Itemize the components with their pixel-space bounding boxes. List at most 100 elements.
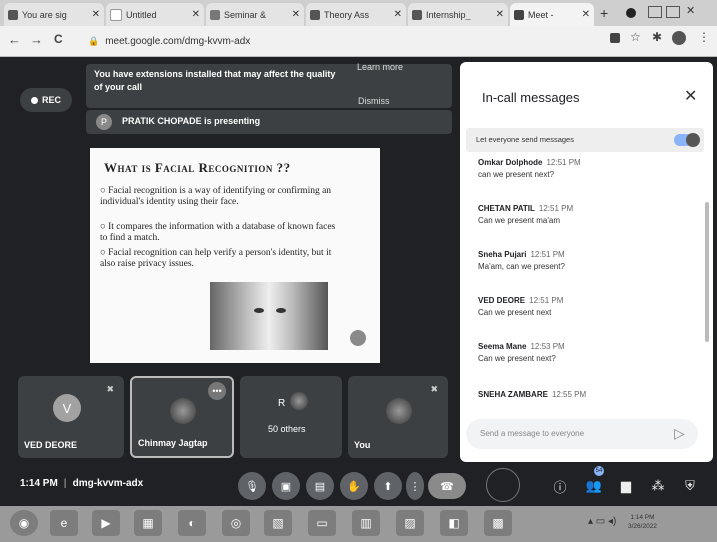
participant-photo bbox=[290, 392, 308, 410]
message-input[interactable]: Send a message to everyone ▷ bbox=[466, 419, 698, 449]
browser-tab[interactable]: Untitled ✕ bbox=[106, 3, 204, 26]
tab-close-icon[interactable]: ✕ bbox=[394, 9, 402, 20]
file-explorer-icon[interactable]: ▭ bbox=[308, 510, 336, 536]
extensions-icon[interactable]: ✱ bbox=[652, 30, 662, 44]
meeting-clock: 1:14 PM | dmg-kvvm-adx bbox=[20, 478, 144, 489]
participant-tile[interactable]: ••• Chinmay Jagtap bbox=[130, 376, 234, 458]
tab-close-icon[interactable]: ✕ bbox=[582, 9, 590, 20]
maximize-icon[interactable] bbox=[666, 6, 680, 18]
taskbar-app-icon[interactable]: ▥ bbox=[352, 510, 380, 536]
tab-close-icon[interactable]: ✕ bbox=[192, 9, 200, 20]
taskbar-app-icon[interactable]: ▦ bbox=[134, 510, 162, 536]
presenter-avatar: P bbox=[96, 114, 112, 130]
browser-tab[interactable]: Internship_ ✕ bbox=[408, 3, 508, 26]
send-messages-toggle[interactable] bbox=[674, 133, 700, 147]
tab-title: Untitled bbox=[126, 9, 157, 20]
url-field[interactable]: 🔒 meet.google.com/dmg-kvvm-adx bbox=[88, 31, 588, 51]
others-count: 50 others bbox=[268, 424, 306, 434]
dismiss-button[interactable]: Dismiss bbox=[358, 96, 390, 106]
meeting-details-icon[interactable]: ⓘ bbox=[550, 476, 570, 496]
chat-icon[interactable]: ▆ bbox=[616, 476, 636, 496]
face-eye bbox=[254, 308, 264, 313]
slide-bullet-text: It compares the information with a datab… bbox=[100, 222, 336, 243]
slide-bullet-text: Facial recognition can help verify a per… bbox=[100, 248, 332, 269]
tab-close-icon[interactable]: ✕ bbox=[92, 9, 100, 20]
back-icon[interactable]: ← bbox=[8, 32, 21, 47]
participant-initial: R bbox=[278, 398, 286, 409]
more-options-icon[interactable]: ••• bbox=[208, 382, 226, 400]
menu-kebab-icon[interactable]: ⋮ bbox=[698, 30, 710, 44]
close-window-icon[interactable]: ✕ bbox=[686, 4, 695, 17]
participant-name: You bbox=[354, 440, 371, 450]
tab-title: You are sig bbox=[22, 9, 67, 20]
message-text: can we present next? bbox=[478, 170, 555, 179]
profile-avatar[interactable] bbox=[672, 31, 686, 45]
slide-bullet: ○ It compares the information with a dat… bbox=[100, 222, 340, 244]
learn-more-link[interactable]: Learn more bbox=[357, 62, 403, 72]
messages-scrollbar[interactable] bbox=[705, 202, 709, 342]
message-sender: VED DEORE 12:51 PM bbox=[478, 296, 564, 305]
bookmark-star-icon[interactable]: ☆ bbox=[630, 30, 641, 44]
record-dot-icon bbox=[30, 96, 38, 104]
slide-bullet: ○ Facial recognition can help verify a p… bbox=[100, 248, 340, 270]
tab-title: Internship_ bbox=[426, 9, 471, 20]
ie-icon[interactable]: e bbox=[50, 510, 78, 536]
minimize-icon[interactable] bbox=[648, 6, 662, 18]
message-sender: SNEHA ZAMBARE 12:55 PM bbox=[478, 390, 587, 399]
forward-icon[interactable]: → bbox=[30, 32, 43, 47]
mic-toggle-icon[interactable]: 🎙 bbox=[238, 472, 266, 500]
tab-favicon-icon bbox=[110, 8, 122, 21]
message-text: Can we present next? bbox=[478, 354, 556, 363]
taskbar-app-icon[interactable]: ▨ bbox=[396, 510, 424, 536]
tab-close-icon[interactable]: ✕ bbox=[496, 9, 504, 20]
recording-badge: REC bbox=[20, 88, 72, 112]
reload-icon[interactable]: C bbox=[54, 32, 63, 46]
tab-title: Theory Ass bbox=[324, 9, 370, 20]
message-text: Can we present ma'am bbox=[478, 216, 561, 225]
meet-icon bbox=[514, 9, 524, 20]
participant-tile[interactable]: R 50 others bbox=[240, 376, 342, 458]
camera-indicator-icon[interactable] bbox=[610, 33, 620, 43]
chrome-icon[interactable]: ◎ bbox=[222, 510, 250, 536]
present-screen-icon[interactable]: ⬆ bbox=[374, 472, 402, 500]
captions-icon[interactable]: ▤ bbox=[306, 472, 334, 500]
edge-icon[interactable]: ◐ bbox=[178, 510, 206, 536]
self-tile[interactable]: ✖ You bbox=[348, 376, 448, 458]
host-controls-icon[interactable]: ⛨ bbox=[680, 476, 700, 496]
send-icon[interactable]: ▷ bbox=[674, 425, 685, 442]
participant-avatar: V bbox=[53, 394, 81, 422]
extension-warning-text: You have extensions installed that may a… bbox=[94, 69, 336, 92]
taskbar-app-icon[interactable]: ▩ bbox=[484, 510, 512, 536]
browser-tab-active[interactable]: Meet - ✕ bbox=[510, 3, 594, 26]
taskbar-app-icon[interactable]: ▧ bbox=[264, 510, 292, 536]
camera-toggle-icon[interactable]: ▣ bbox=[272, 472, 300, 500]
system-tray-icons[interactable]: ▴ ▭ ◂) bbox=[588, 516, 616, 527]
close-icon[interactable]: ✕ bbox=[684, 86, 697, 106]
activities-icon[interactable]: ⁂ bbox=[648, 476, 668, 496]
browser-tab[interactable]: Theory Ass ✕ bbox=[306, 3, 406, 26]
docs-icon bbox=[412, 9, 422, 20]
tab-title: Seminar & bbox=[224, 9, 267, 20]
face-image bbox=[210, 282, 328, 350]
slide-bullet-text: Facial recognition is a way of identifyi… bbox=[100, 186, 332, 207]
sheets-icon bbox=[310, 9, 320, 20]
gmail-icon bbox=[210, 9, 220, 20]
leave-call-button[interactable]: ☎ bbox=[428, 473, 466, 499]
people-count-badge: 54 bbox=[594, 466, 604, 476]
more-options-icon[interactable]: ⋮ bbox=[406, 472, 424, 500]
send-messages-toggle-row: Let everyone send messages bbox=[466, 128, 704, 152]
raise-hand-icon[interactable]: ✋ bbox=[340, 472, 368, 500]
browser-tab[interactable]: Seminar & ✕ bbox=[206, 3, 304, 26]
media-player-icon[interactable]: ▶ bbox=[92, 510, 120, 536]
participant-tile[interactable]: ✖ V VED DEORE bbox=[18, 376, 124, 458]
new-tab-button[interactable]: + bbox=[600, 5, 608, 21]
taskbar-app-icon[interactable]: ◧ bbox=[440, 510, 468, 536]
tab-favicon-icon bbox=[8, 9, 18, 20]
system-date: 3/26/2022 bbox=[628, 523, 657, 530]
slide-bullet: ○ Facial recognition is a way of identif… bbox=[100, 186, 340, 208]
start-button-icon[interactable]: ◉ bbox=[10, 510, 38, 536]
message-sender: Sneha Pujari 12:51 PM bbox=[478, 250, 565, 259]
tab-close-icon[interactable]: ✕ bbox=[292, 9, 300, 20]
browser-tab[interactable]: You are sig ✕ bbox=[4, 3, 104, 26]
people-icon[interactable]: 👥 bbox=[584, 476, 604, 496]
